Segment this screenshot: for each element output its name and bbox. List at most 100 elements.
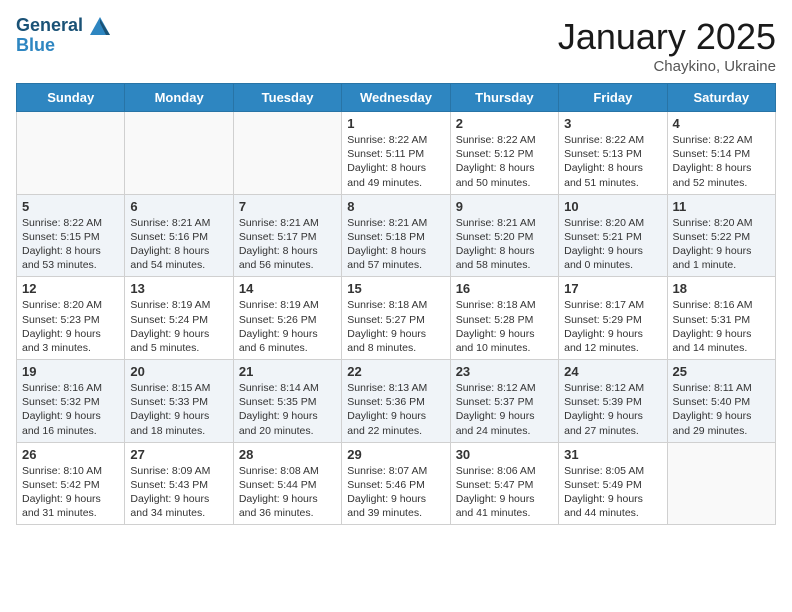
cell-info-line: Sunset: 5:42 PM xyxy=(22,478,119,492)
cell-info-line: Daylight: 9 hours xyxy=(564,409,661,423)
calendar-week-row: 26Sunrise: 8:10 AMSunset: 5:42 PMDayligh… xyxy=(17,442,776,525)
cell-info-line: Sunset: 5:33 PM xyxy=(130,395,227,409)
cell-info-line: and 52 minutes. xyxy=(673,176,770,190)
calendar-day-17: 17Sunrise: 8:17 AMSunset: 5:29 PMDayligh… xyxy=(559,277,667,360)
calendar-day-empty xyxy=(233,112,341,195)
cell-info-line: Sunset: 5:26 PM xyxy=(239,313,336,327)
day-number: 30 xyxy=(456,447,553,462)
cell-info-line: Sunrise: 8:07 AM xyxy=(347,464,444,478)
day-number: 31 xyxy=(564,447,661,462)
day-number: 5 xyxy=(22,199,119,214)
cell-info-line: and 29 minutes. xyxy=(673,424,770,438)
cell-info-line: and 58 minutes. xyxy=(456,258,553,272)
cell-info-line: and 16 minutes. xyxy=(22,424,119,438)
cell-info-line: and 22 minutes. xyxy=(347,424,444,438)
cell-info-line: Daylight: 9 hours xyxy=(130,409,227,423)
calendar-day-27: 27 Sunrise: 8:09 AMSunset: 5:43 PMDayligh… xyxy=(125,442,233,525)
calendar-day-20: 20Sunrise: 8:15 AMSunset: 5:33 PMDayligh… xyxy=(125,360,233,443)
cell-info-line: Sunrise: 8:20 AM xyxy=(564,216,661,230)
calendar-day-31: 31Sunrise: 8:05 AMSunset: 5:49 PMDayligh… xyxy=(559,442,667,525)
cell-info-line: Sunrise: 8:22 AM xyxy=(564,133,661,147)
day-number: 6 xyxy=(130,199,227,214)
cell-info-line: Daylight: 8 hours xyxy=(239,244,336,258)
cell-info-line: Sunset: 5:32 PM xyxy=(22,395,119,409)
cell-info-line: Daylight: 8 hours xyxy=(347,161,444,175)
cell-info-line: and 54 minutes. xyxy=(130,258,227,272)
calendar-day-12: 12Sunrise: 8:20 AMSunset: 5:23 PMDayligh… xyxy=(17,277,125,360)
cell-info-line: Sunset: 5:14 PM xyxy=(673,147,770,161)
cell-info-line: Sunrise: 8:09 AM xyxy=(130,464,227,478)
day-number: 13 xyxy=(130,281,227,296)
cell-info-line: Daylight: 9 hours xyxy=(130,492,227,506)
calendar-day-11: 11Sunrise: 8:20 AMSunset: 5:22 PMDayligh… xyxy=(667,194,775,277)
cell-info-line: Sunrise: 8:17 AM xyxy=(564,298,661,312)
calendar-day-1: 1Sunrise: 8:22 AMSunset: 5:11 PMDaylight… xyxy=(342,112,450,195)
cell-info-line: Sunset: 5:27 PM xyxy=(347,313,444,327)
day-number: 3 xyxy=(564,116,661,131)
cell-info-line: Daylight: 9 hours xyxy=(564,244,661,258)
cell-info-line: Daylight: 9 hours xyxy=(239,327,336,341)
day-header-tuesday: Tuesday xyxy=(233,84,341,112)
cell-info-line: Daylight: 9 hours xyxy=(22,327,119,341)
day-number: 2 xyxy=(456,116,553,131)
cell-info-line: Daylight: 9 hours xyxy=(673,244,770,258)
cell-info-line: Sunrise: 8:06 AM xyxy=(456,464,553,478)
cell-info-line: and 36 minutes. xyxy=(239,506,336,520)
cell-info-line: Sunset: 5:23 PM xyxy=(22,313,119,327)
day-number: 14 xyxy=(239,281,336,296)
cell-info-line: Sunrise: 8:21 AM xyxy=(456,216,553,230)
cell-info-line: Sunrise: 8:10 AM xyxy=(22,464,119,478)
calendar-day-6: 6Sunrise: 8:21 AMSunset: 5:16 PMDaylight… xyxy=(125,194,233,277)
cell-info-line: Sunset: 5:16 PM xyxy=(130,230,227,244)
cell-info-line: and 53 minutes. xyxy=(22,258,119,272)
day-number: 1 xyxy=(347,116,444,131)
calendar-body: 1Sunrise: 8:22 AMSunset: 5:11 PMDaylight… xyxy=(17,112,776,525)
logo-icon xyxy=(90,17,110,35)
day-header-friday: Friday xyxy=(559,84,667,112)
day-number: 15 xyxy=(347,281,444,296)
logo-blue: Blue xyxy=(16,36,110,56)
cell-info-line: Sunrise: 8:16 AM xyxy=(22,381,119,395)
calendar-week-row: 19Sunrise: 8:16 AMSunset: 5:32 PMDayligh… xyxy=(17,360,776,443)
cell-info-line: Sunset: 5:21 PM xyxy=(564,230,661,244)
logo: General Blue xyxy=(16,16,110,56)
cell-info-line: Daylight: 9 hours xyxy=(456,409,553,423)
cell-info-line: and 10 minutes. xyxy=(456,341,553,355)
cell-info-line: Sunset: 5:43 PM xyxy=(130,478,227,492)
cell-info-line: Sunset: 5:44 PM xyxy=(239,478,336,492)
calendar-day-19: 19Sunrise: 8:16 AMSunset: 5:32 PMDayligh… xyxy=(17,360,125,443)
day-number: 23 xyxy=(456,364,553,379)
day-number: 12 xyxy=(22,281,119,296)
cell-info-line: and 57 minutes. xyxy=(347,258,444,272)
cell-info-line: Daylight: 9 hours xyxy=(22,492,119,506)
cell-info-line: and 56 minutes. xyxy=(239,258,336,272)
cell-info-line: and 44 minutes. xyxy=(564,506,661,520)
calendar-day-13: 13Sunrise: 8:19 AMSunset: 5:24 PMDayligh… xyxy=(125,277,233,360)
cell-info-line: Sunrise: 8:21 AM xyxy=(347,216,444,230)
cell-info-line: Daylight: 8 hours xyxy=(22,244,119,258)
calendar-day-9: 9Sunrise: 8:21 AMSunset: 5:20 PMDaylight… xyxy=(450,194,558,277)
cell-info-line: Daylight: 9 hours xyxy=(130,327,227,341)
cell-info-line: Sunrise: 8:16 AM xyxy=(673,298,770,312)
day-number: 7 xyxy=(239,199,336,214)
day-number: 17 xyxy=(564,281,661,296)
day-number: 27 xyxy=(130,447,227,462)
cell-info-line: and 50 minutes. xyxy=(456,176,553,190)
calendar-day-empty xyxy=(667,442,775,525)
day-number: 8 xyxy=(347,199,444,214)
calendar-day-4: 4Sunrise: 8:22 AMSunset: 5:14 PMDaylight… xyxy=(667,112,775,195)
calendar-day-18: 18Sunrise: 8:16 AMSunset: 5:31 PMDayligh… xyxy=(667,277,775,360)
cell-info-line: Sunset: 5:28 PM xyxy=(456,313,553,327)
day-number: 11 xyxy=(673,199,770,214)
cell-info-line: Daylight: 9 hours xyxy=(673,409,770,423)
calendar-day-10: 10Sunrise: 8:20 AMSunset: 5:21 PMDayligh… xyxy=(559,194,667,277)
day-header-sunday: Sunday xyxy=(17,84,125,112)
cell-info-line: Daylight: 8 hours xyxy=(130,244,227,258)
cell-info-line: and 31 minutes. xyxy=(22,506,119,520)
cell-info-line: Daylight: 9 hours xyxy=(564,327,661,341)
cell-info-line: Daylight: 8 hours xyxy=(456,161,553,175)
cell-info-line: and 20 minutes. xyxy=(239,424,336,438)
cell-info-line: Sunrise: 8:22 AM xyxy=(22,216,119,230)
day-number: 9 xyxy=(456,199,553,214)
cell-info-line: and 41 minutes. xyxy=(456,506,553,520)
